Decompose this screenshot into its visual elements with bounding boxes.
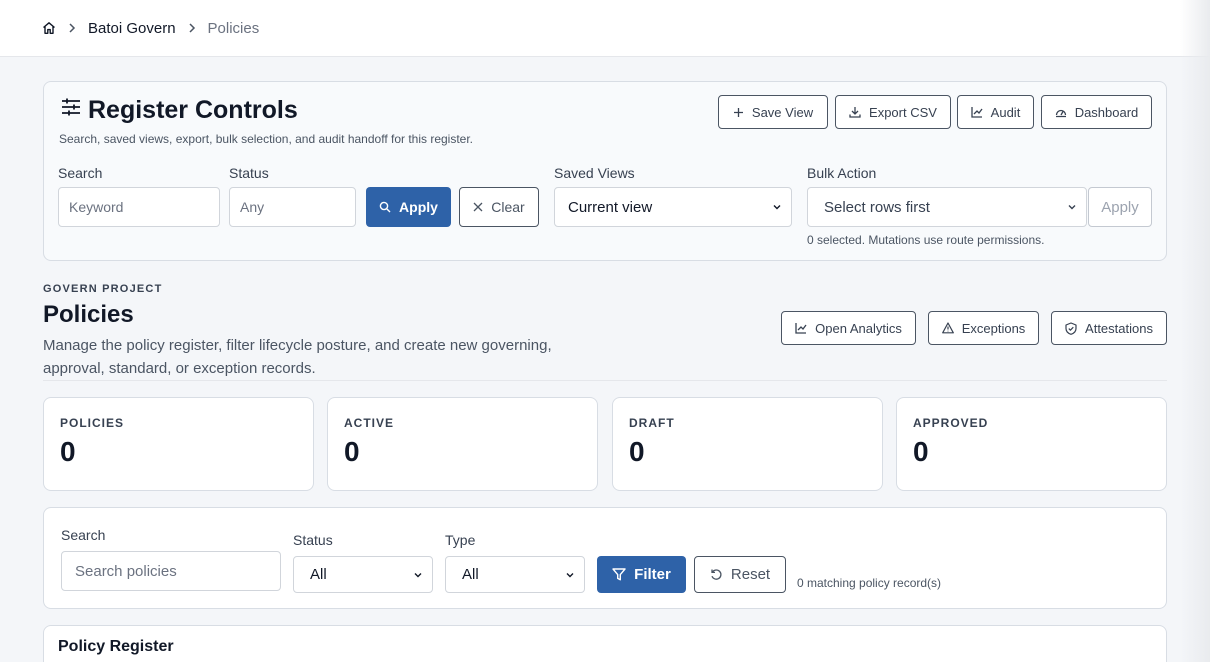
breadcrumb-item-project[interactable]: Batoi Govern — [88, 20, 176, 37]
bulk-selection-note: 0 selected. Mutations use route permissi… — [807, 233, 1045, 247]
kpi-value: 0 — [344, 436, 360, 467]
attestations-button[interactable]: Attestations — [1051, 311, 1167, 345]
policy-search-input[interactable] — [61, 551, 281, 591]
export-csv-button[interactable]: Export CSV — [835, 95, 951, 129]
clear-button[interactable]: Clear — [459, 187, 539, 227]
dashboard-button[interactable]: Dashboard — [1041, 95, 1152, 129]
status-input[interactable] — [229, 187, 356, 227]
policy-filter-card: Search Status All Type All Filter Reset … — [43, 507, 1167, 609]
saved-views-label: Saved Views — [554, 165, 635, 181]
kpi-label: ACTIVE — [344, 416, 395, 430]
warning-icon — [941, 322, 954, 334]
chevron-down-icon — [566, 573, 574, 578]
bulk-apply-label: Apply — [1101, 198, 1139, 216]
apply-button[interactable]: Apply — [366, 187, 451, 227]
kpi-label: APPROVED — [913, 416, 989, 430]
register-controls-title: Register Controls — [88, 96, 298, 124]
search-label: Search — [58, 165, 103, 181]
kpi-card-approved: APPROVED 0 — [896, 397, 1167, 491]
open-analytics-button[interactable]: Open Analytics — [781, 311, 916, 345]
breadcrumb: Batoi Govern Policies — [0, 0, 1210, 57]
bulk-action-label: Bulk Action — [807, 165, 877, 181]
line-chart-icon — [795, 323, 807, 334]
bulk-action-select[interactable]: Select rows first — [807, 187, 1087, 227]
filter-button[interactable]: Filter — [597, 556, 686, 593]
policy-status-label: Status — [293, 532, 333, 548]
keyword-search-input[interactable] — [58, 187, 220, 227]
kpi-value: 0 — [913, 436, 929, 467]
saved-views-value: Current view — [568, 198, 653, 216]
policy-status-value: All — [310, 566, 327, 583]
saved-views-select[interactable]: Current view — [554, 187, 792, 227]
close-icon — [473, 202, 483, 212]
page-eyebrow: GOVERN PROJECT — [43, 283, 163, 295]
download-icon — [849, 107, 861, 118]
save-view-button[interactable]: Save View — [718, 95, 828, 129]
gauge-icon — [1055, 109, 1066, 118]
chevron-down-icon — [414, 573, 422, 578]
undo-icon — [711, 569, 722, 580]
home-icon[interactable] — [42, 21, 56, 35]
policy-search-label: Search — [61, 527, 106, 543]
bulk-action-value: Select rows first — [824, 198, 930, 216]
kpi-card-draft: DRAFT 0 — [612, 397, 883, 491]
dashboard-label: Dashboard — [1074, 104, 1139, 120]
exceptions-label: Exceptions — [961, 320, 1026, 336]
kpi-value: 0 — [629, 436, 645, 467]
chevron-down-icon — [773, 205, 781, 210]
chevron-down-icon — [1068, 205, 1076, 210]
audit-button[interactable]: Audit — [957, 95, 1034, 129]
chevron-right-icon — [68, 23, 76, 33]
line-chart-icon — [971, 107, 983, 118]
scrollbar-track[interactable] — [1180, 0, 1210, 662]
attestations-label: Attestations — [1085, 320, 1153, 336]
plus-icon — [733, 107, 743, 117]
register-controls-panel: Register Controls Search, saved views, e… — [43, 81, 1167, 261]
exceptions-button[interactable]: Exceptions — [928, 311, 1039, 345]
filter-label: Filter — [634, 566, 671, 583]
page-title: Policies — [43, 301, 134, 328]
search-icon — [379, 201, 391, 213]
matching-count: 0 matching policy record(s) — [797, 576, 942, 590]
apply-label: Apply — [399, 199, 438, 215]
kpi-card-active: ACTIVE 0 — [327, 397, 598, 491]
chevron-right-icon — [188, 23, 196, 33]
register-controls-subtitle: Search, saved views, export, bulk select… — [59, 132, 474, 146]
policy-type-select[interactable]: All — [445, 556, 585, 593]
kpi-label: DRAFT — [629, 416, 675, 430]
kpi-card-policies: POLICIES 0 — [43, 397, 314, 491]
policy-register-title: Policy Register — [58, 638, 174, 655]
policy-type-value: All — [462, 566, 479, 583]
status-label: Status — [229, 165, 269, 181]
save-view-label: Save View — [751, 104, 814, 120]
funnel-icon — [612, 568, 626, 581]
policy-register-card: Policy Register — [43, 625, 1167, 662]
shield-check-icon — [1065, 321, 1077, 335]
page-description: Manage the policy register, filter lifec… — [43, 337, 552, 377]
reset-button[interactable]: Reset — [694, 556, 786, 593]
breadcrumb-item-current: Policies — [207, 19, 260, 37]
kpi-value: 0 — [60, 436, 76, 467]
reset-label: Reset — [730, 566, 771, 583]
clear-label: Clear — [491, 199, 525, 215]
open-analytics-label: Open Analytics — [815, 320, 902, 336]
header-divider — [43, 380, 1167, 381]
export-csv-label: Export CSV — [869, 104, 937, 120]
bulk-apply-button[interactable]: Apply — [1088, 187, 1152, 227]
policy-status-select[interactable]: All — [293, 556, 433, 593]
audit-label: Audit — [990, 104, 1021, 120]
sliders-icon — [60, 97, 82, 122]
policy-type-label: Type — [445, 532, 476, 548]
kpi-label: POLICIES — [60, 416, 125, 430]
